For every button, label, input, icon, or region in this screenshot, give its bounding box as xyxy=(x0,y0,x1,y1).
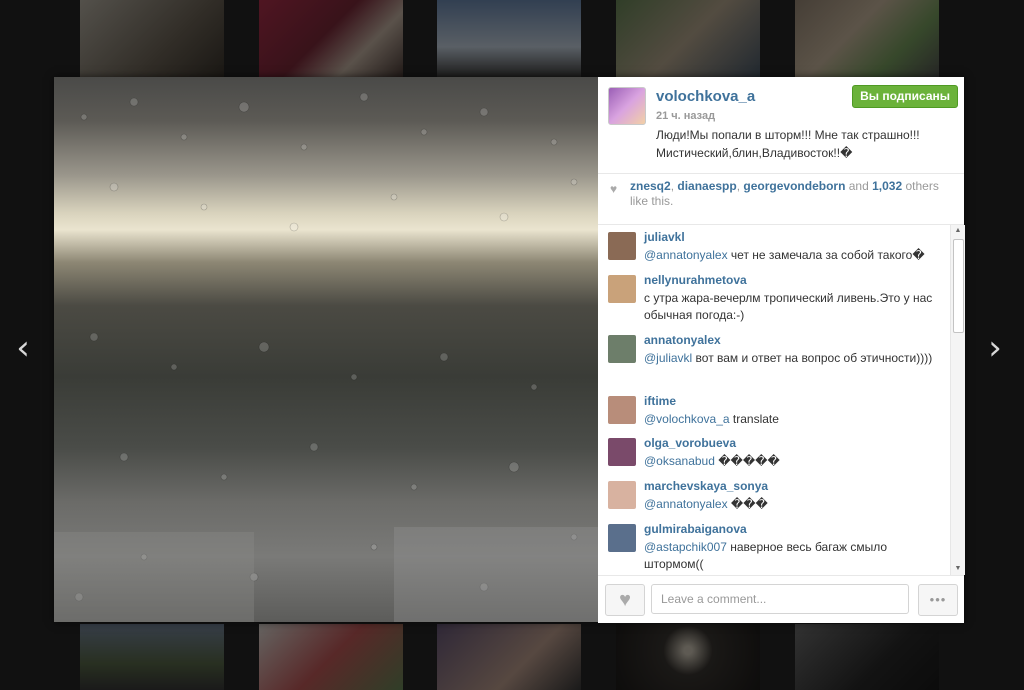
comment-body: ����� xyxy=(714,454,780,468)
likes-summary: znesq2, dianaespp, georgevondeborn and 1… xyxy=(630,179,939,208)
commenter-avatar[interactable] xyxy=(608,524,636,552)
more-options-button[interactable]: ••• xyxy=(918,584,958,616)
comment-body: ��� xyxy=(727,497,768,511)
commenter-username[interactable]: iftime xyxy=(644,394,676,408)
post-timestamp[interactable]: 21 ч. назад xyxy=(656,110,715,122)
mention-link[interactable]: @astapchik007 xyxy=(644,540,727,554)
photo-modal: volochkova_a 21 ч. назад Вы подписаны Лю… xyxy=(54,77,965,623)
commenter-avatar[interactable] xyxy=(608,275,636,303)
liker-link[interactable]: znesq2 xyxy=(630,179,671,193)
scroll-down-arrow-icon[interactable]: ▼ xyxy=(951,563,965,575)
heart-icon: ♥ xyxy=(619,589,631,611)
comment-input[interactable] xyxy=(651,584,909,614)
comment-text: @juliavkl вот вам и ответ на вопрос об э… xyxy=(644,350,944,367)
commenter-avatar[interactable] xyxy=(608,335,636,363)
commenter-username[interactable]: nellynurahmetova xyxy=(644,273,747,287)
commenter-username[interactable]: annatonyalex xyxy=(644,333,721,347)
mention-link[interactable]: @annatonyalex xyxy=(644,497,728,511)
comment-footer: ♥ ••• xyxy=(598,575,964,623)
scroll-up-arrow-icon[interactable]: ▲ xyxy=(951,225,965,237)
previous-photo-arrow-icon[interactable]: ‹ xyxy=(9,330,37,366)
commenter-avatar[interactable] xyxy=(608,396,636,424)
caption-line: Мистический,блин,Владивосток!!� xyxy=(656,146,853,160)
liker-link[interactable]: dianaespp xyxy=(677,179,736,193)
commenter-avatar[interactable] xyxy=(608,232,636,260)
following-button[interactable]: Вы подписаны xyxy=(852,85,958,108)
commenter-avatar[interactable] xyxy=(608,481,636,509)
next-photo-arrow-icon[interactable]: › xyxy=(981,330,1009,366)
commenter-username[interactable]: juliavkl xyxy=(644,230,685,244)
mention-link[interactable]: @volochkova_a xyxy=(644,412,730,426)
heart-icon: ♥ xyxy=(610,182,618,196)
comment-text: @annatonyalex ��� xyxy=(644,496,944,513)
raindrops-overlay xyxy=(54,92,598,622)
post-side-panel: volochkova_a 21 ч. назад Вы подписаны Лю… xyxy=(598,77,965,623)
post-photo xyxy=(54,77,598,622)
comment-body: translate xyxy=(729,412,779,426)
comment-text: @astapchik007 наверное весь багаж смыло … xyxy=(644,539,944,573)
author-username-link[interactable]: volochkova_a xyxy=(656,88,755,105)
likes-count[interactable]: 1,032 xyxy=(872,179,902,193)
commenter-avatar[interactable] xyxy=(608,438,636,466)
like-heart-button[interactable]: ♥ xyxy=(605,584,645,616)
comment-text: @annatonyalex чет не замечала за собой т… xyxy=(644,247,944,264)
commenter-username[interactable]: gulmirabaiganova xyxy=(644,522,747,536)
comment-body: с утра жара-вечерлм тропический ливень.Э… xyxy=(644,291,933,322)
liker-link[interactable]: georgevondeborn xyxy=(743,179,845,193)
mention-link[interactable]: @annatonyalex xyxy=(644,248,728,262)
comment-text: с утра жара-вечерлм тропический ливень.Э… xyxy=(644,290,944,324)
comment-body: чет не замечала за собой такого� xyxy=(727,248,925,262)
commenter-username[interactable]: marchevskaya_sonya xyxy=(644,479,768,493)
caption-line: Люди!Мы попали в шторм!!! Мне так страшн… xyxy=(656,128,920,142)
commenter-username[interactable]: olga_vorobueva xyxy=(644,436,736,450)
comment-text: @volochkova_a translate xyxy=(644,411,944,428)
post-caption: Люди!Мы попали в шторм!!! Мне так страшн… xyxy=(656,126,956,162)
comment-body: вот вам и ответ на вопрос об этичности))… xyxy=(692,351,933,365)
likes-and-text: and xyxy=(848,179,869,193)
comments-list: juliavkl @annatonyalex чет не замечала з… xyxy=(598,225,950,575)
scrollbar-thumb[interactable] xyxy=(953,239,964,333)
comment-text: @oksanabud ����� xyxy=(644,453,944,470)
post-header: volochkova_a 21 ч. назад Вы подписаны Лю… xyxy=(598,77,964,174)
author-avatar[interactable] xyxy=(608,87,646,125)
mention-link[interactable]: @oksanabud xyxy=(644,454,715,468)
likes-section: ♥ znesq2, dianaespp, georgevondeborn and… xyxy=(598,174,964,225)
mention-link[interactable]: @juliavkl xyxy=(644,351,692,365)
comments-scrollbar[interactable]: ▲ ▼ xyxy=(950,225,965,575)
